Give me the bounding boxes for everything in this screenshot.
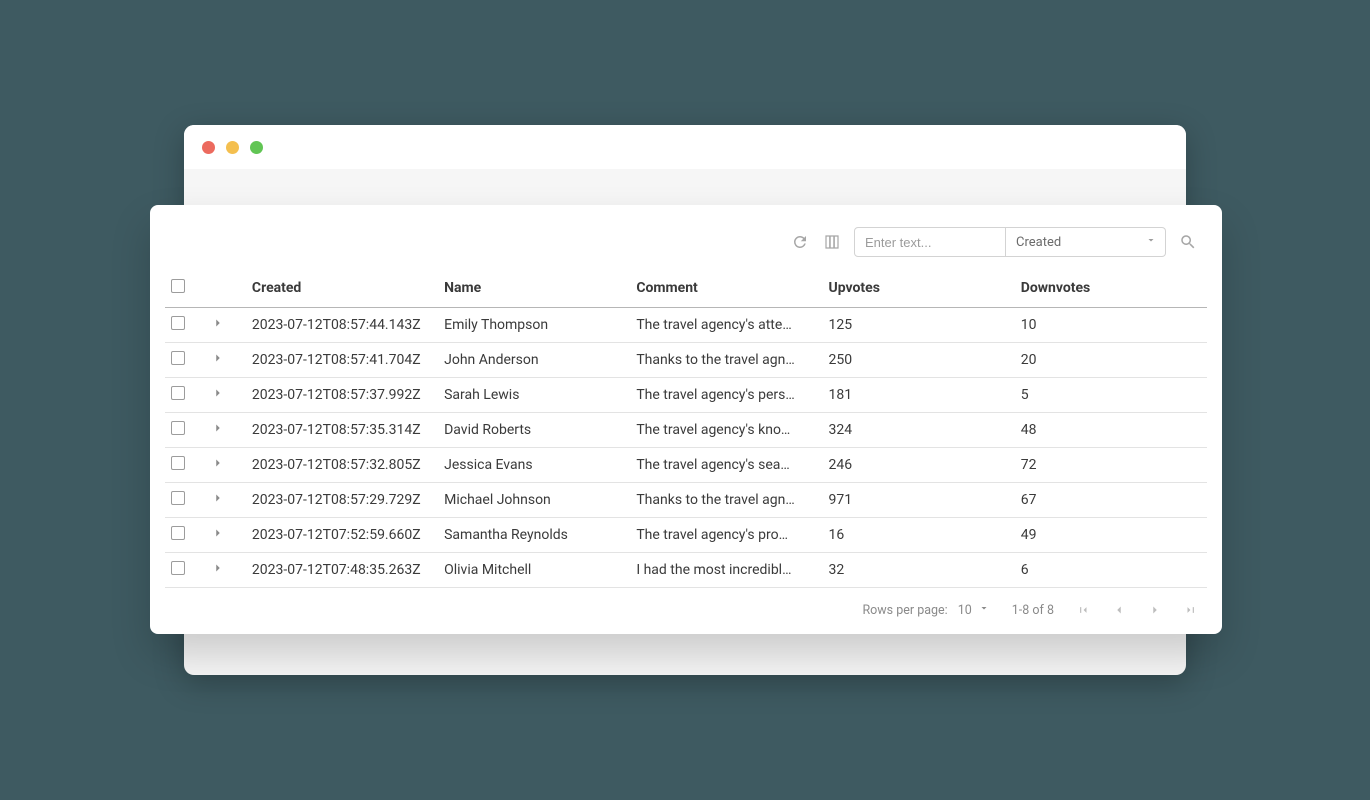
panel-toolbar: Created	[150, 205, 1222, 271]
row-checkbox[interactable]	[171, 316, 185, 330]
cell-created: 2023-07-12T08:57:32.805Z	[246, 448, 438, 483]
data-panel: Created Created Name Comment Upvotes Dow…	[150, 205, 1222, 634]
last-page-button[interactable]	[1184, 603, 1198, 617]
cell-created: 2023-07-12T07:48:35.263Z	[246, 553, 438, 588]
cell-upvotes: 32	[823, 553, 1015, 588]
cell-downvotes: 10	[1015, 308, 1207, 343]
row-checkbox[interactable]	[171, 491, 185, 505]
search-group: Created	[854, 227, 1166, 257]
cell-upvotes: 181	[823, 378, 1015, 413]
cell-downvotes: 49	[1015, 518, 1207, 553]
row-checkbox[interactable]	[171, 526, 185, 540]
table-header-row: Created Name Comment Upvotes Downvotes	[165, 271, 1207, 308]
cell-downvotes: 48	[1015, 413, 1207, 448]
cell-downvotes: 5	[1015, 378, 1207, 413]
cell-upvotes: 324	[823, 413, 1015, 448]
refresh-icon[interactable]	[790, 232, 810, 252]
table-row: 2023-07-12T08:57:44.143ZEmily ThompsonTh…	[165, 308, 1207, 343]
cell-comment: I had the most incredibl…	[630, 553, 822, 588]
search-input[interactable]	[854, 227, 1006, 257]
table-row: 2023-07-12T08:57:32.805ZJessica EvansThe…	[165, 448, 1207, 483]
cell-name: Olivia Mitchell	[438, 553, 630, 588]
pagination-range: 1-8 of 8	[1012, 603, 1054, 618]
row-checkbox[interactable]	[171, 351, 185, 365]
cell-created: 2023-07-12T08:57:35.314Z	[246, 413, 438, 448]
column-header-comment[interactable]: Comment	[630, 271, 822, 308]
search-icon[interactable]	[1178, 232, 1198, 252]
cell-comment: Thanks to the travel agn…	[630, 483, 822, 518]
expand-row-icon[interactable]	[211, 456, 225, 470]
cell-created: 2023-07-12T08:57:41.704Z	[246, 343, 438, 378]
columns-icon[interactable]	[822, 232, 842, 252]
filter-field-value: Created	[1016, 235, 1061, 250]
cell-upvotes: 250	[823, 343, 1015, 378]
table-row: 2023-07-12T08:57:37.992ZSarah LewisThe t…	[165, 378, 1207, 413]
column-header-upvotes[interactable]: Upvotes	[823, 271, 1015, 308]
expand-row-icon[interactable]	[211, 526, 225, 540]
traffic-lights	[202, 141, 263, 154]
rows-per-page-value: 10	[958, 603, 972, 618]
expand-row-icon[interactable]	[211, 351, 225, 365]
cell-created: 2023-07-12T07:52:59.660Z	[246, 518, 438, 553]
cell-created: 2023-07-12T08:57:29.729Z	[246, 483, 438, 518]
row-checkbox[interactable]	[171, 421, 185, 435]
rows-per-page-label: Rows per page:	[862, 603, 947, 618]
rows-per-page-group: Rows per page: 10	[862, 602, 989, 618]
row-checkbox[interactable]	[171, 456, 185, 470]
cell-upvotes: 16	[823, 518, 1015, 553]
cell-comment: The travel agency's pers…	[630, 378, 822, 413]
cell-name: Sarah Lewis	[438, 378, 630, 413]
table-row: 2023-07-12T07:52:59.660ZSamantha Reynold…	[165, 518, 1207, 553]
cell-name: Michael Johnson	[438, 483, 630, 518]
cell-upvotes: 971	[823, 483, 1015, 518]
row-checkbox[interactable]	[171, 561, 185, 575]
column-header-downvotes[interactable]: Downvotes	[1015, 271, 1207, 308]
cell-comment: The travel agency's pro…	[630, 518, 822, 553]
cell-comment: The travel agency's atte…	[630, 308, 822, 343]
cell-upvotes: 125	[823, 308, 1015, 343]
cell-comment: The travel agency's kno…	[630, 413, 822, 448]
expand-row-icon[interactable]	[211, 491, 225, 505]
minimize-window-button[interactable]	[226, 141, 239, 154]
cell-upvotes: 246	[823, 448, 1015, 483]
table-row: 2023-07-12T08:57:29.729ZMichael JohnsonT…	[165, 483, 1207, 518]
chevron-down-icon	[1145, 234, 1157, 250]
cell-comment: Thanks to the travel agn…	[630, 343, 822, 378]
expand-row-icon[interactable]	[211, 421, 225, 435]
prev-page-button[interactable]	[1112, 603, 1126, 617]
cell-downvotes: 72	[1015, 448, 1207, 483]
table-row: 2023-07-12T07:48:35.263ZOlivia MitchellI…	[165, 553, 1207, 588]
close-window-button[interactable]	[202, 141, 215, 154]
page-nav	[1076, 603, 1198, 617]
cell-name: David Roberts	[438, 413, 630, 448]
column-header-name[interactable]: Name	[438, 271, 630, 308]
table-row: 2023-07-12T08:57:35.314ZDavid RobertsThe…	[165, 413, 1207, 448]
filter-field-select[interactable]: Created	[1006, 227, 1166, 257]
cell-downvotes: 6	[1015, 553, 1207, 588]
row-checkbox[interactable]	[171, 386, 185, 400]
cell-name: Jessica Evans	[438, 448, 630, 483]
pagination: Rows per page: 10 1-8 of 8	[150, 588, 1222, 626]
cell-comment: The travel agency's sea…	[630, 448, 822, 483]
column-header-created[interactable]: Created	[246, 271, 438, 308]
expand-row-icon[interactable]	[211, 316, 225, 330]
cell-name: John Anderson	[438, 343, 630, 378]
data-table: Created Name Comment Upvotes Downvotes 2…	[165, 271, 1207, 588]
maximize-window-button[interactable]	[250, 141, 263, 154]
cell-downvotes: 20	[1015, 343, 1207, 378]
cell-created: 2023-07-12T08:57:44.143Z	[246, 308, 438, 343]
next-page-button[interactable]	[1148, 603, 1162, 617]
expand-row-icon[interactable]	[211, 561, 225, 575]
table-row: 2023-07-12T08:57:41.704ZJohn AndersonTha…	[165, 343, 1207, 378]
select-all-checkbox[interactable]	[171, 279, 185, 293]
first-page-button[interactable]	[1076, 603, 1090, 617]
expand-row-icon[interactable]	[211, 386, 225, 400]
cell-name: Emily Thompson	[438, 308, 630, 343]
caret-down-icon	[978, 602, 990, 618]
browser-titlebar	[184, 125, 1186, 169]
cell-created: 2023-07-12T08:57:37.992Z	[246, 378, 438, 413]
cell-name: Samantha Reynolds	[438, 518, 630, 553]
cell-downvotes: 67	[1015, 483, 1207, 518]
rows-per-page-select[interactable]: 10	[958, 602, 990, 618]
